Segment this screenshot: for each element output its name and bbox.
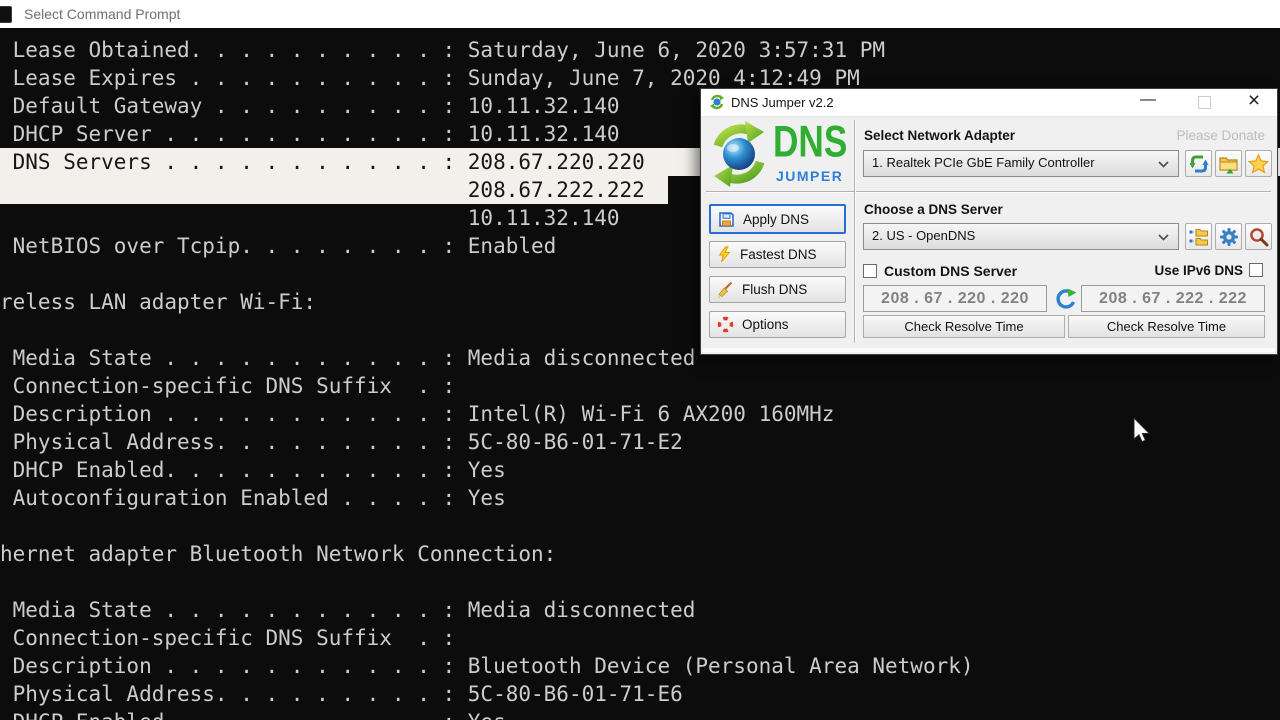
magnifier-icon: [1249, 227, 1268, 246]
ipv6-label: Use IPv6 DNS: [1154, 263, 1243, 278]
logo-text-dns: DNS: [773, 116, 848, 167]
console-line: Connection-specific DNS Suffix . :: [0, 626, 456, 650]
broom-icon: [717, 281, 733, 298]
server-list-button[interactable]: [1185, 223, 1212, 250]
flush-dns-label: Flush DNS: [742, 282, 808, 297]
lifebuoy-icon: [717, 316, 734, 333]
folder-icon: [1218, 156, 1238, 173]
network-adapter-selected: 1. Realtek PCIe GbE Family Controller: [872, 155, 1095, 170]
dns-server-selected: 2. US - OpenDNS: [872, 228, 976, 243]
console-line: hernet adapter Bluetooth Network Connect…: [0, 542, 557, 566]
options-button[interactable]: Options: [709, 311, 846, 338]
please-donate-link[interactable]: Please Donate: [1176, 128, 1265, 143]
console-line: DHCP Enabled. . . . . . . . . . . : Yes: [0, 708, 1280, 720]
console-line: Description . . . . . . . . . . . : Inte…: [0, 402, 835, 426]
console-line: Physical Address. . . . . . . . . : 5C-8…: [0, 430, 683, 454]
maximize-icon: [1197, 96, 1211, 109]
console-line: Lease Obtained. . . . . . . . . . : Satu…: [0, 38, 886, 62]
preferred-dns-field[interactable]: 208 . 67 . 220 . 220: [863, 285, 1047, 312]
dns-server-dropdown[interactable]: 2. US - OpenDNS: [863, 223, 1179, 250]
apply-dns-label: Apply DNS: [743, 211, 810, 227]
apply-dns-button[interactable]: Apply DNS: [709, 204, 846, 234]
flush-dns-button[interactable]: Flush DNS: [709, 276, 846, 303]
console-line: Physical Address. . . . . . . . . : 5C-8…: [0, 682, 683, 706]
fastest-dns-label: Fastest DNS: [740, 247, 817, 262]
console-line: Media State . . . . . . . . . . . : Medi…: [0, 598, 696, 622]
favorites-button[interactable]: [1245, 150, 1272, 177]
maximize-button: [1185, 89, 1223, 115]
mouse-cursor: [1133, 418, 1151, 443]
dnsj-titlebar[interactable]: DNS Jumper v2.2 — ×: [701, 89, 1277, 117]
choose-dns-label: Choose a DNS Server: [864, 202, 1003, 217]
separator-horizontal: [706, 191, 1271, 193]
minimize-button[interactable]: —: [1129, 89, 1167, 115]
options-label: Options: [742, 317, 789, 332]
open-folder-button[interactable]: [1215, 150, 1242, 177]
gear-icon: [1219, 227, 1238, 246]
console-line: Autoconfiguration Enabled . . . . : Yes: [0, 486, 506, 510]
select-adapter-label: Select Network Adapter: [864, 128, 1016, 143]
swap-dns-icon[interactable]: [1052, 286, 1078, 312]
check-resolve-time-left-button[interactable]: Check Resolve Time: [863, 315, 1065, 338]
dns-jumper-logo-icon: [713, 121, 765, 187]
dns-jumper-app-icon: [710, 94, 724, 110]
chevron-down-icon: [1158, 161, 1169, 168]
console-line: DHCP Enabled. . . . . . . . . . . : Yes: [0, 458, 506, 482]
logo-text-jumper: JUMPER: [776, 168, 844, 184]
cmd-icon: [0, 6, 12, 23]
chevron-down-icon: [1158, 234, 1169, 241]
close-button[interactable]: ×: [1235, 89, 1273, 115]
refresh-adapters-button[interactable]: [1185, 150, 1212, 177]
console-line: Description . . . . . . . . . . . : Blue…: [0, 654, 974, 678]
fastest-dns-button[interactable]: Fastest DNS: [709, 241, 846, 268]
network-adapter-dropdown[interactable]: 1. Realtek PCIe GbE Family Controller: [863, 150, 1179, 177]
cmd-titlebar[interactable]: Select Command Prompt: [0, 0, 1280, 28]
custom-dns-label: Custom DNS Server: [884, 263, 1018, 279]
save-floppy-icon: [719, 211, 734, 227]
settings-button[interactable]: [1215, 223, 1242, 250]
ipv6-checkbox[interactable]: [1249, 263, 1263, 277]
star-icon: [1248, 153, 1269, 174]
custom-dns-checkbox[interactable]: [863, 264, 877, 278]
separator-vertical: [854, 120, 856, 343]
alternate-dns-field[interactable]: 208 . 67 . 222 . 222: [1081, 285, 1265, 312]
search-button[interactable]: [1245, 223, 1272, 250]
cmd-window-title: Select Command Prompt: [24, 6, 181, 22]
console-line: Connection-specific DNS Suffix . :: [0, 374, 456, 398]
check-resolve-time-right-button[interactable]: Check Resolve Time: [1068, 315, 1265, 338]
dns-jumper-window: DNS Jumper v2.2 — × DNS JUMPER Apply DNS…: [700, 88, 1278, 355]
lightning-icon: [718, 246, 731, 263]
dnsj-window-title: DNS Jumper v2.2: [731, 95, 834, 110]
window-bottom-bevel: [703, 348, 1275, 352]
refresh-arrows-icon: [1189, 155, 1208, 172]
folder-list-icon: [1189, 228, 1208, 245]
